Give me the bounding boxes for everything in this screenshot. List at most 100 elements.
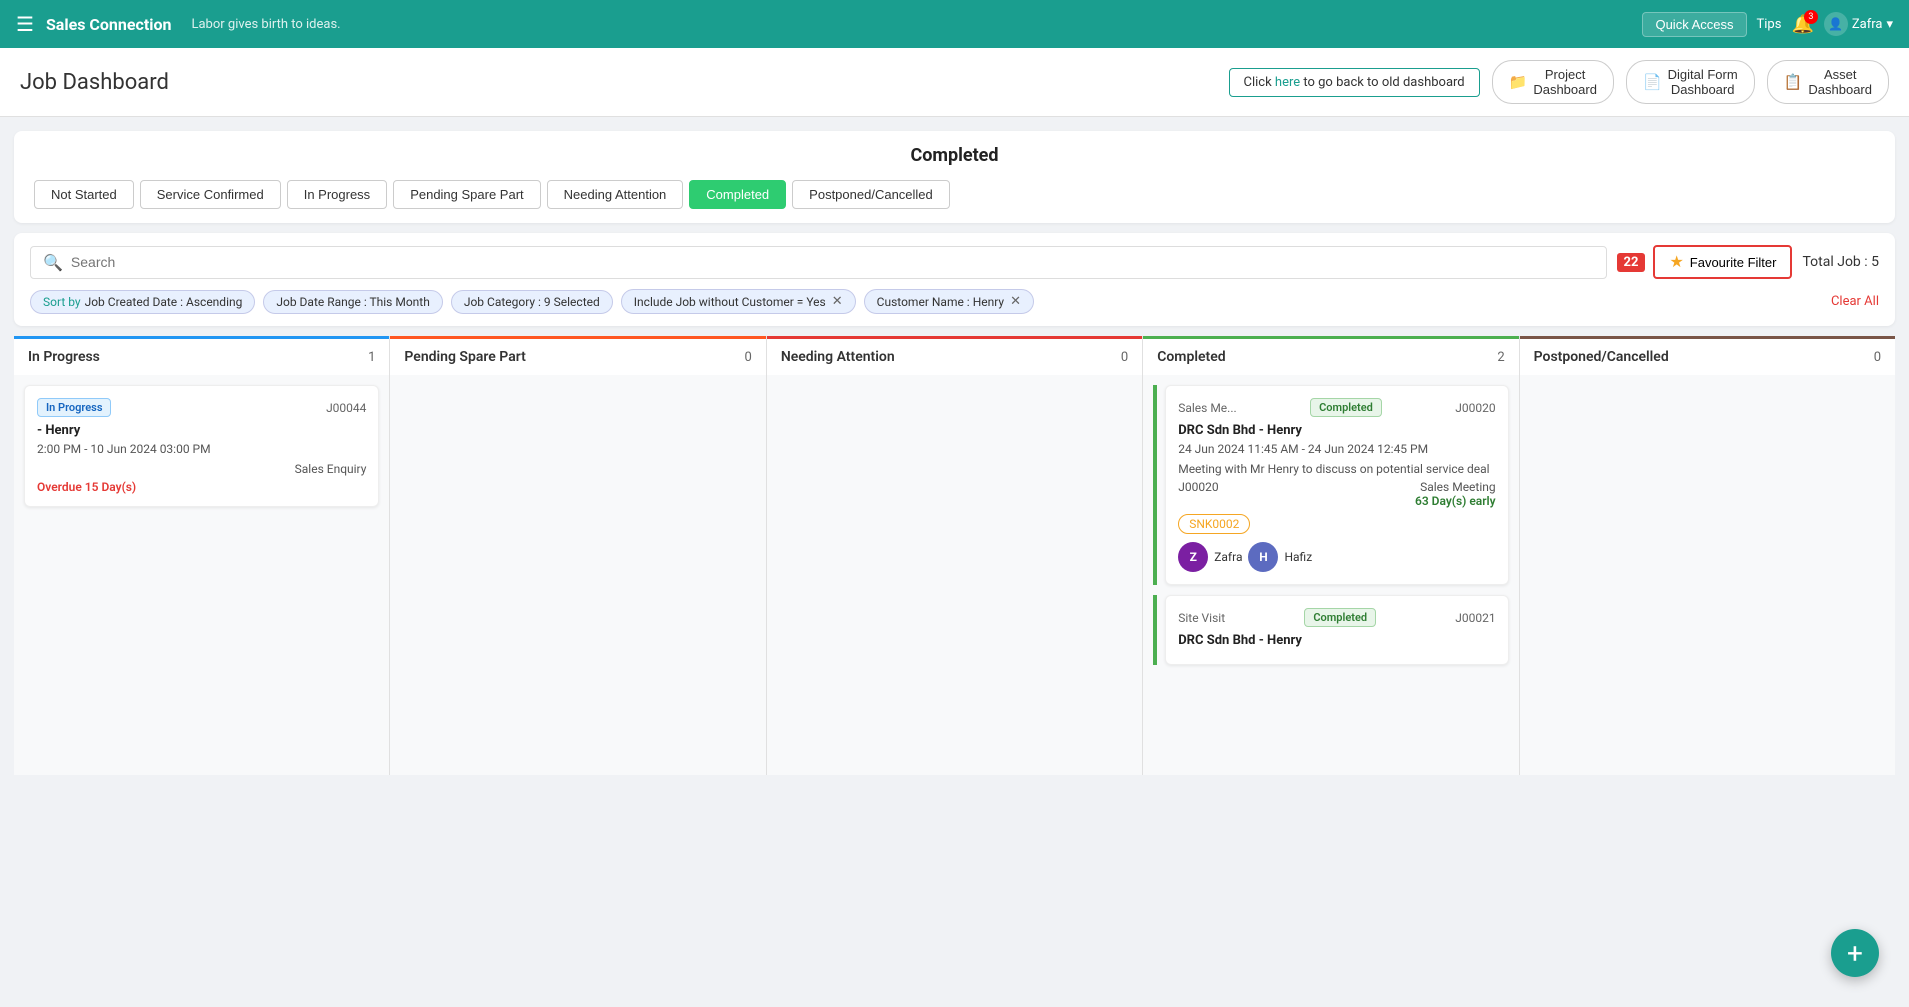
menu-icon[interactable]: ☰ — [16, 12, 34, 36]
kanban-col-completed-header: Completed 2 — [1143, 336, 1518, 375]
kanban-col-pending-body — [390, 375, 765, 775]
kanban-col-completed: Completed 2 Sales Me... Completed J00020… — [1143, 336, 1519, 775]
col-needing-title: Needing Attention — [781, 349, 895, 365]
tab-pending-spare-part[interactable]: Pending Spare Part — [393, 180, 540, 209]
back-to-old-dashboard[interactable]: Click here to go back to old dashboard — [1229, 68, 1480, 97]
sort-by-label: Sort by — [43, 295, 81, 309]
job-time-j00020: 24 Jun 2024 11:45 AM - 24 Jun 2024 12:45… — [1178, 442, 1495, 456]
notification-badge: 3 — [1804, 10, 1818, 24]
user-name: Zafra — [1852, 17, 1883, 32]
col-postponed-title: Postponed/Cancelled — [1534, 349, 1669, 365]
status-tabs: Not Started Service Confirmed In Progres… — [34, 180, 1875, 209]
tab-service-confirmed[interactable]: Service Confirmed — [140, 180, 281, 209]
digital-form-label: Digital FormDashboard — [1668, 67, 1738, 97]
remove-include-customer-icon[interactable]: ✕ — [832, 294, 843, 309]
chevron-down-icon: ▾ — [1886, 17, 1893, 32]
job-card-j00021-top: Site Visit Completed J00021 — [1178, 608, 1495, 627]
remove-customer-name-icon[interactable]: ✕ — [1010, 294, 1021, 309]
job-cat-j00020: Sales Meeting — [1420, 480, 1496, 494]
job-card-j00044-top: In Progress J00044 — [37, 398, 366, 417]
page-title: Job Dashboard — [20, 70, 169, 95]
job-card-j00020-top: Sales Me... Completed J00020 — [1178, 398, 1495, 417]
back-suffix: to go back to old dashboard — [1300, 75, 1465, 90]
job-card-j00020[interactable]: Sales Me... Completed J00020 DRC Sdn Bhd… — [1165, 385, 1508, 585]
job-number-j00044: J00044 — [326, 401, 366, 415]
kanban-col-needing-header: Needing Attention 0 — [767, 336, 1142, 375]
col-pending-title: Pending Spare Part — [404, 349, 525, 365]
job-client-j00044: - Henry — [37, 423, 366, 438]
status-section: Completed Not Started Service Confirmed … — [14, 131, 1895, 223]
job-client-j00021: DRC Sdn Bhd - Henry — [1178, 633, 1495, 648]
filter-tag-include-customer[interactable]: Include Job without Customer = Yes ✕ — [621, 289, 856, 314]
job-category-label-j00020: Sales Me... — [1178, 401, 1236, 415]
search-box[interactable]: 🔍 — [30, 246, 1607, 279]
filter-bar: 🔍 22 ★ Favourite Filter Total Job : 5 So… — [14, 233, 1895, 326]
job-card-j00044[interactable]: In Progress J00044 - Henry 2:00 PM - 10 … — [24, 385, 379, 507]
job-desc-j00020: Meeting with Mr Henry to discuss on pote… — [1178, 462, 1495, 476]
project-dashboard-label: ProjectDashboard — [1533, 67, 1597, 97]
job-number-j00021: J00021 — [1455, 611, 1495, 625]
col-needing-count: 0 — [1121, 350, 1128, 365]
avatar-zafra: Z — [1178, 542, 1208, 572]
job-card-j00021[interactable]: Site Visit Completed J00021 DRC Sdn Bhd … — [1165, 595, 1508, 665]
col-inprogress-title: In Progress — [28, 349, 100, 365]
header-actions: Click here to go back to old dashboard 📁… — [1229, 60, 1890, 104]
kanban-col-postponed: Postponed/Cancelled 0 — [1520, 336, 1895, 775]
job-category-label-j00021: Site Visit — [1178, 611, 1225, 625]
col-completed-count: 2 — [1497, 350, 1504, 365]
kanban-col-needing: Needing Attention 0 — [767, 336, 1143, 775]
completed-card-border-j00021: Site Visit Completed J00021 DRC Sdn Bhd … — [1153, 595, 1508, 665]
kanban-col-inprogress-body: In Progress J00044 - Henry 2:00 PM - 10 … — [14, 375, 389, 775]
fav-filter-wrapper: 22 ★ Favourite Filter — [1617, 245, 1793, 279]
tab-completed[interactable]: Completed — [689, 180, 786, 209]
asset-dashboard-button[interactable]: 📋 AssetDashboard — [1767, 60, 1889, 104]
tab-not-started[interactable]: Not Started — [34, 180, 134, 209]
kanban-col-needing-body — [767, 375, 1142, 775]
user-icon: 👤 — [1824, 12, 1848, 36]
back-text: Click — [1244, 75, 1275, 90]
kanban-col-postponed-body — [1520, 375, 1895, 775]
search-input[interactable] — [71, 254, 1594, 270]
tab-postponed-cancelled[interactable]: Postponed/Cancelled — [792, 180, 950, 209]
tips-link[interactable]: Tips — [1757, 17, 1782, 32]
avatar-hafiz: H — [1248, 542, 1278, 572]
kanban-col-pending-header: Pending Spare Part 0 — [390, 336, 765, 375]
filter-tag-category[interactable]: Job Category : 9 Selected — [451, 290, 613, 314]
filter-tag-customer-name[interactable]: Customer Name : Henry ✕ — [864, 289, 1034, 314]
quick-access-button[interactable]: Quick Access — [1642, 12, 1746, 37]
kanban-col-inprogress: In Progress 1 In Progress J00044 - Henry… — [14, 336, 390, 775]
col-inprogress-count: 1 — [368, 350, 375, 365]
filter-tag-date-range[interactable]: Job Date Range : This Month — [263, 290, 442, 314]
job-category-j00044: Sales Enquiry — [37, 462, 366, 476]
favourite-filter-button[interactable]: ★ Favourite Filter — [1653, 245, 1792, 279]
topnav-right: Quick Access Tips 🔔 3 👤 Zafra ▾ — [1642, 12, 1893, 37]
notification-bell[interactable]: 🔔 3 — [1791, 14, 1813, 35]
user-menu[interactable]: 👤 Zafra ▾ — [1824, 12, 1893, 36]
job-id-row-j00020: J00020 Sales Meeting — [1178, 480, 1495, 494]
tab-in-progress[interactable]: In Progress — [287, 180, 387, 209]
col-postponed-count: 0 — [1874, 350, 1881, 365]
completed-card-border-j00020: Sales Me... Completed J00020 DRC Sdn Bhd… — [1153, 385, 1508, 585]
back-link-anchor[interactable]: here — [1275, 75, 1300, 90]
page-header: Job Dashboard Click here to go back to o… — [0, 48, 1909, 117]
digital-form-dashboard-button[interactable]: 📄 Digital FormDashboard — [1626, 60, 1755, 104]
search-row: 🔍 22 ★ Favourite Filter Total Job : 5 — [30, 245, 1879, 279]
brand-tagline: Labor gives birth to ideas. — [191, 17, 340, 32]
filter-tag-sort[interactable]: Sort by Job Created Date : Ascending — [30, 290, 255, 314]
job-time-j00044: 2:00 PM - 10 Jun 2024 03:00 PM — [37, 442, 366, 456]
asset-dashboard-label: AssetDashboard — [1808, 67, 1872, 97]
asset-icon: 📋 — [1784, 73, 1803, 91]
job-snk-j00020: SNK0002 — [1178, 508, 1495, 534]
total-job-count: Total Job : 5 — [1802, 254, 1879, 270]
clear-all-button[interactable]: Clear All — [1831, 294, 1879, 309]
kanban-col-postponed-header: Postponed/Cancelled 0 — [1520, 336, 1895, 375]
job-status-badge-inprogress: In Progress — [37, 398, 111, 417]
kanban-col-pending: Pending Spare Part 0 — [390, 336, 766, 775]
project-icon: 📁 — [1509, 73, 1528, 91]
star-icon: ★ — [1669, 252, 1683, 272]
col-completed-title: Completed — [1157, 349, 1225, 365]
job-id-j00020: J00020 — [1178, 480, 1218, 494]
project-dashboard-button[interactable]: 📁 ProjectDashboard — [1492, 60, 1614, 104]
add-job-fab[interactable]: + — [1831, 929, 1879, 977]
tab-needing-attention[interactable]: Needing Attention — [547, 180, 684, 209]
